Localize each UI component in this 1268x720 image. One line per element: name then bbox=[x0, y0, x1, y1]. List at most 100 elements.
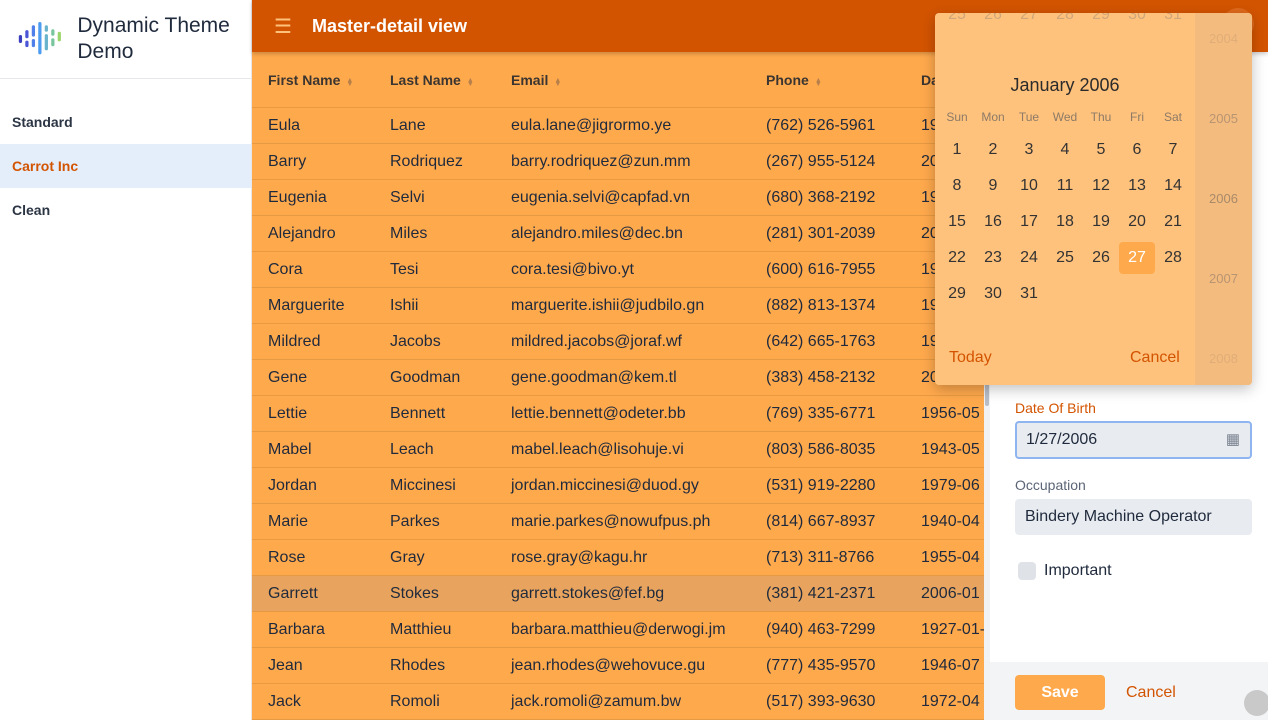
save-button[interactable]: Save bbox=[1015, 675, 1105, 710]
column-header[interactable]: Email ▲▼ bbox=[495, 72, 750, 88]
table-row[interactable]: Garrett Stokes garrett.stokes@fef.bg (381) … bbox=[252, 576, 984, 612]
table-row[interactable]: Barbara Matthieu barbara.matthieu@derwogi.… bbox=[252, 612, 984, 648]
day-cell[interactable]: 13 bbox=[1119, 170, 1155, 202]
cancel-button[interactable]: Cancel bbox=[1126, 675, 1176, 710]
day-cell[interactable]: 31 bbox=[1155, 13, 1191, 31]
day-cell[interactable]: 12 bbox=[1083, 170, 1119, 202]
table-cell: Rodriquez bbox=[390, 152, 463, 170]
table-cell: 1946-07 bbox=[921, 656, 980, 674]
day-cell[interactable]: 14 bbox=[1155, 170, 1191, 202]
table-row[interactable]: Barry Rodriquez barry.rodriquez@zun.mm (267… bbox=[252, 144, 984, 180]
day-cell[interactable]: 27 bbox=[1011, 13, 1047, 31]
day-cell[interactable]: 23 bbox=[975, 242, 1011, 274]
day-cell[interactable]: 30 bbox=[975, 278, 1011, 310]
day-cell[interactable]: 18 bbox=[1047, 206, 1083, 238]
weekday-label: Fri bbox=[1130, 110, 1144, 124]
table-row[interactable]: Eula Lane eula.lane@jigrormo.ye (762) 526-5… bbox=[252, 108, 984, 144]
table-row[interactable]: Rose Gray rose.gray@kagu.hr (713) 311-8766 1… bbox=[252, 540, 984, 576]
table-row[interactable]: Jordan Miccinesi jordan.miccinesi@duod.gy (… bbox=[252, 468, 984, 504]
table-row[interactable]: Lettie Bennett lettie.bennett@odeter.bb (76… bbox=[252, 396, 984, 432]
day-cell[interactable]: 24 bbox=[1011, 242, 1047, 274]
day-cell[interactable]: 25 bbox=[1047, 242, 1083, 274]
day-cell[interactable]: 17 bbox=[1011, 206, 1047, 238]
table-row[interactable]: Marguerite Ishii marguerite.ishii@judbilo.… bbox=[252, 288, 984, 324]
important-checkbox[interactable] bbox=[1018, 562, 1036, 580]
day-cell[interactable]: 26 bbox=[975, 13, 1011, 31]
day-cell[interactable]: 11 bbox=[1047, 170, 1083, 202]
day-cell[interactable]: 19 bbox=[1083, 206, 1119, 238]
day-cell[interactable]: 29 bbox=[1083, 13, 1119, 31]
day-cell[interactable]: 30 bbox=[1119, 13, 1155, 31]
sidebar-item-standard[interactable]: Standard bbox=[0, 100, 251, 144]
table-cell: marguerite.ishii@judbilo.gn bbox=[511, 296, 705, 314]
day-cell[interactable]: 16 bbox=[975, 206, 1011, 238]
day-cell[interactable]: 31 bbox=[1011, 278, 1047, 310]
day-cell[interactable]: 26 bbox=[1083, 242, 1119, 274]
day-cell[interactable]: 21 bbox=[1155, 206, 1191, 238]
day-cell[interactable]: 9 bbox=[975, 170, 1011, 202]
table-row[interactable]: Jack Romoli jack.romoli@zamum.bw (517) 393-… bbox=[252, 684, 984, 720]
year-item[interactable]: 2005 bbox=[1195, 111, 1252, 126]
table-row[interactable]: Cora Tesi cora.tesi@bivo.yt (600) 616-7955 1… bbox=[252, 252, 984, 288]
day-cell[interactable]: 25 bbox=[939, 13, 975, 31]
table-row[interactable]: Gene Goodman gene.goodman@kem.tl (383) 458-… bbox=[252, 360, 984, 396]
day-cell[interactable]: 1 bbox=[939, 134, 975, 166]
day-cell[interactable]: 10 bbox=[1011, 170, 1047, 202]
weekday-label: Mon bbox=[981, 110, 1005, 124]
day-cell[interactable]: 28 bbox=[1155, 242, 1191, 274]
year-scroller[interactable]: 2004 2005 2006 2007 2008 bbox=[1195, 13, 1252, 385]
year-item[interactable]: 2006 bbox=[1195, 191, 1252, 206]
table-cell: (267) 955-5124 bbox=[766, 152, 876, 170]
table-cell: Jordan bbox=[268, 476, 317, 494]
table-row[interactable]: Jean Rhodes jean.rhodes@wehovuce.gu (777) 4… bbox=[252, 648, 984, 684]
logo-icon bbox=[18, 21, 61, 55]
table-row[interactable]: Mildred Jacobs mildred.jacobs@joraf.wf (642… bbox=[252, 324, 984, 360]
day-cell[interactable]: 15 bbox=[939, 206, 975, 238]
table-cell: Jack bbox=[268, 692, 301, 710]
day-cell[interactable]: 22 bbox=[939, 242, 975, 274]
vaadin-devtools-icon[interactable] bbox=[1244, 690, 1268, 716]
day-cell[interactable]: 27 bbox=[1119, 242, 1155, 274]
day-cell[interactable]: 5 bbox=[1083, 134, 1119, 166]
sort-icon[interactable]: ▲▼ bbox=[346, 77, 353, 85]
table-cell: Selvi bbox=[390, 188, 425, 206]
day-cell[interactable]: 2 bbox=[975, 134, 1011, 166]
table-row[interactable]: Marie Parkes marie.parkes@nowufpus.ph (814)… bbox=[252, 504, 984, 540]
table-row[interactable]: Mabel Leach mabel.leach@lisohuje.vi (803) 5… bbox=[252, 432, 984, 468]
picker-cancel-button[interactable]: Cancel bbox=[1130, 349, 1180, 367]
table-cell: (680) 368-2192 bbox=[766, 188, 876, 206]
day-cell[interactable]: 28 bbox=[1047, 13, 1083, 31]
column-header[interactable]: Last Name ▲▼ bbox=[374, 72, 495, 88]
menu-icon[interactable]: ☰ bbox=[274, 14, 292, 39]
table-cell: (940) 463-7299 bbox=[766, 620, 876, 638]
sort-icon[interactable]: ▲▼ bbox=[467, 77, 474, 85]
year-item[interactable]: 2007 bbox=[1195, 271, 1252, 286]
occupation-field[interactable]: Bindery Machine Operator bbox=[1015, 499, 1252, 535]
column-header[interactable]: First Name ▲▼ bbox=[252, 72, 374, 88]
table-row[interactable]: Eugenia Selvi eugenia.selvi@capfad.vn (680)… bbox=[252, 180, 984, 216]
year-item[interactable]: 2008 bbox=[1195, 351, 1252, 366]
table-row[interactable]: Alejandro Miles alejandro.miles@dec.bn (281… bbox=[252, 216, 984, 252]
day-cell[interactable]: 29 bbox=[939, 278, 975, 310]
column-header[interactable]: Phone ▲▼ bbox=[750, 72, 905, 88]
table-cell: Eula bbox=[268, 116, 301, 134]
sidebar-item-clean[interactable]: Clean bbox=[0, 188, 251, 232]
sort-icon[interactable]: ▲▼ bbox=[815, 77, 822, 85]
today-button[interactable]: Today bbox=[949, 349, 992, 367]
day-cell[interactable]: 7 bbox=[1155, 134, 1191, 166]
day-cell[interactable]: 3 bbox=[1011, 134, 1047, 166]
dob-field[interactable]: 1/27/2006 ▦ bbox=[1015, 421, 1252, 459]
day-cell[interactable]: 6 bbox=[1119, 134, 1155, 166]
day-cell[interactable]: 20 bbox=[1119, 206, 1155, 238]
table-cell: Rhodes bbox=[390, 656, 446, 674]
sidebar-item-carrot-inc[interactable]: Carrot Inc bbox=[0, 144, 251, 188]
calendar-icon[interactable]: ▦ bbox=[1226, 423, 1240, 457]
sort-icon[interactable]: ▲▼ bbox=[554, 77, 561, 85]
table-cell: Rose bbox=[268, 548, 306, 566]
day-cell[interactable]: 4 bbox=[1047, 134, 1083, 166]
year-item[interactable]: 2004 bbox=[1195, 31, 1252, 46]
week-row: 8 9 10 11 12 13 14 bbox=[939, 170, 1191, 202]
table-cell: Garrett bbox=[268, 584, 318, 602]
day-cell[interactable]: 8 bbox=[939, 170, 975, 202]
brand: Dynamic Theme Demo bbox=[0, 0, 251, 79]
